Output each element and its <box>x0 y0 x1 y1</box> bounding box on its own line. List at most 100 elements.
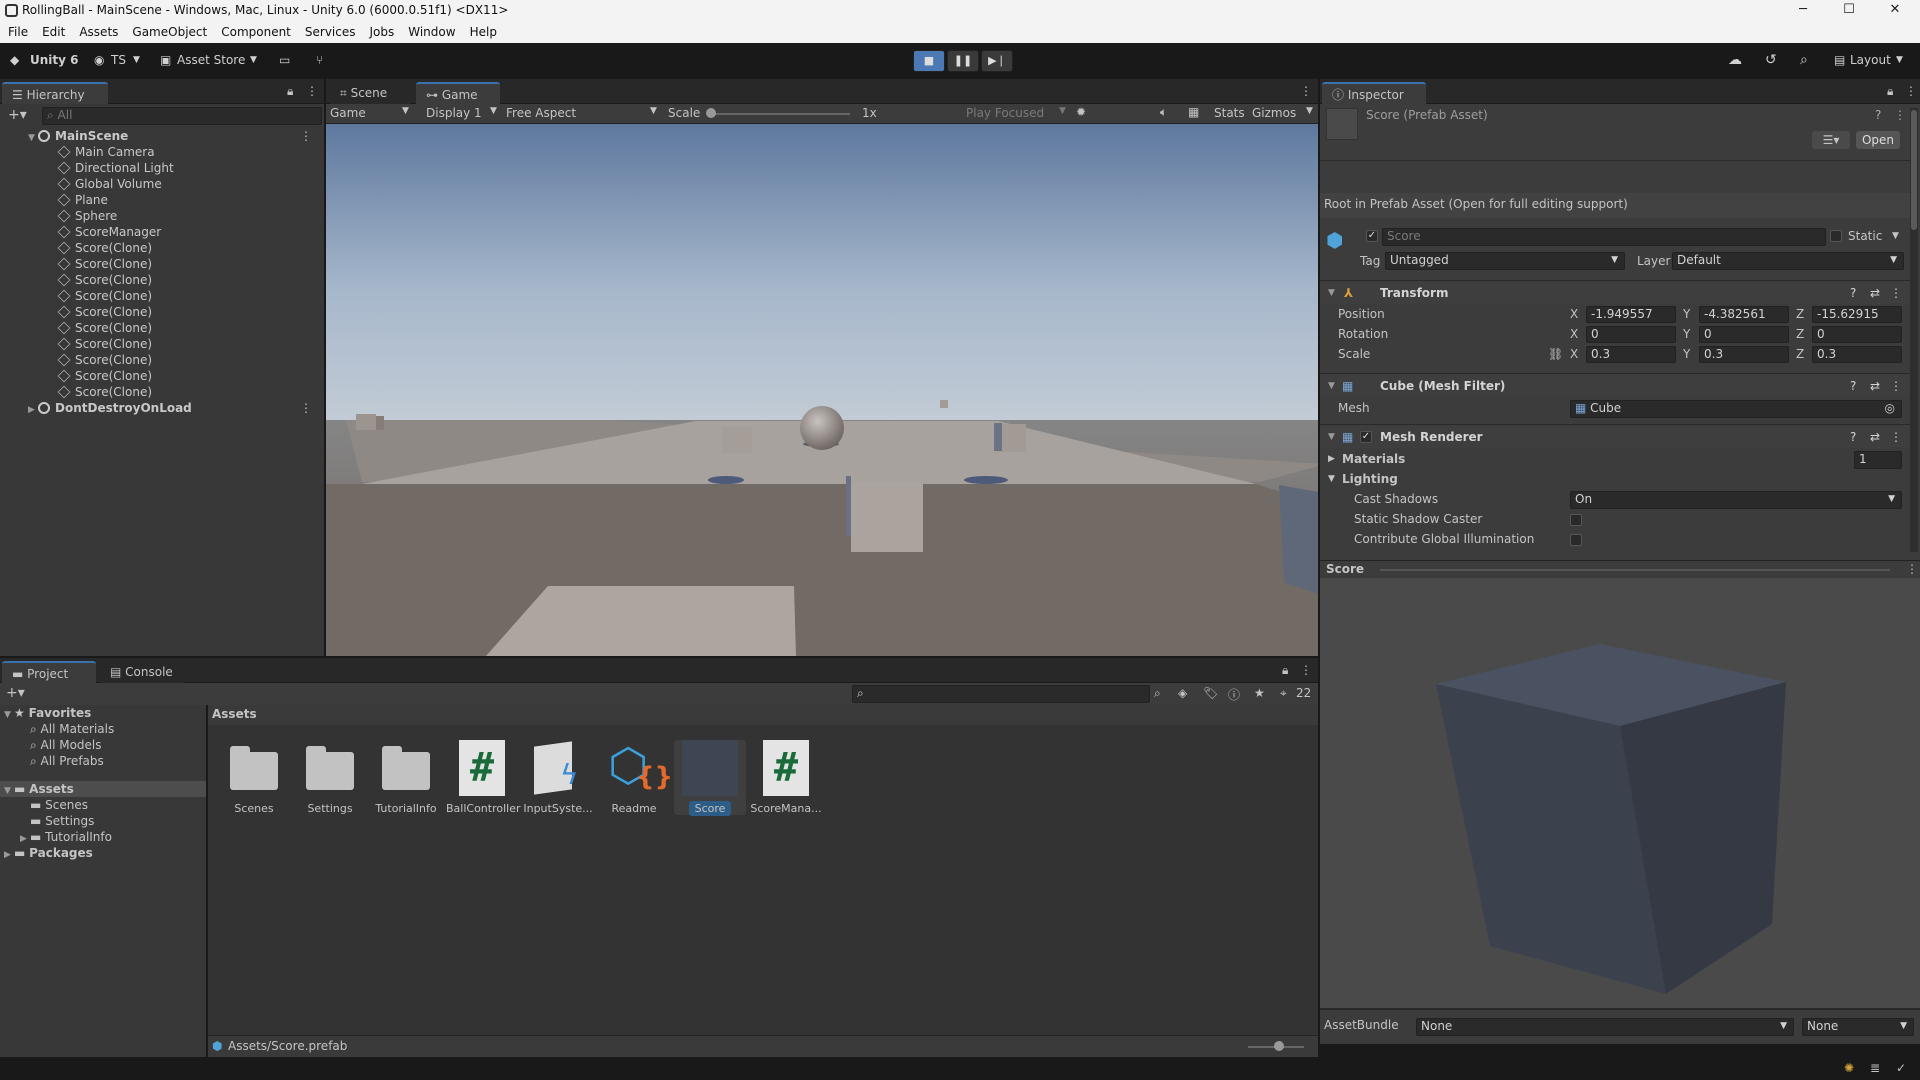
asset-input[interactable]: ϟ InputSyste... <box>522 740 594 815</box>
lighting-arrow-icon[interactable]: ▼ <box>1328 474 1335 484</box>
project-search-input[interactable]: ⌕ <box>852 685 1150 703</box>
transform-rotation-x-field[interactable]: 0 <box>1586 326 1676 343</box>
tab-inspector[interactable]: ⓘ Inspector <box>1322 82 1426 104</box>
aspect-dropdown[interactable]: Free Aspect <box>506 106 576 120</box>
collapse-arrow-icon[interactable]: ▼ <box>1328 281 1335 305</box>
zoom-slider-thumb[interactable] <box>1274 1041 1284 1051</box>
active-checkbox[interactable]: ✓ <box>1366 230 1378 242</box>
layout-dropdown[interactable]: Layout <box>1850 50 1891 70</box>
transform-position-y-field[interactable]: -4.382561 <box>1699 306 1789 323</box>
hierarchy-item[interactable]: Score(Clone) <box>57 304 318 320</box>
cloud-icon[interactable]: ☁ <box>1728 50 1742 70</box>
favorites-node[interactable]: ▼ ★ Favorites <box>4 705 91 721</box>
mesh-renderer-header[interactable]: ▼ ▦ ✓ Mesh Renderer ? ⇄ ⋮ <box>1320 424 1910 448</box>
search-icon[interactable]: ⌕ <box>1800 50 1808 70</box>
constrain-proportions-icon[interactable]: ⛓ <box>1548 347 1563 361</box>
cast-shadows-dropdown[interactable]: On ▼ <box>1570 491 1902 509</box>
grid-icon[interactable]: ▦ <box>1188 105 1199 119</box>
scale-slider-track[interactable] <box>710 113 850 115</box>
tab-scene[interactable]: ⌗ Scene <box>330 82 410 104</box>
hierarchy-item[interactable]: Plane <box>57 192 318 208</box>
inspector-scrollbar[interactable] <box>1910 108 1918 552</box>
hierarchy-item[interactable]: Score(Clone) <box>57 384 318 400</box>
transform-position-z-field[interactable]: -15.62915 <box>1812 306 1902 323</box>
breadcrumb-assets[interactable]: Assets <box>212 707 257 721</box>
scene-menu-icon[interactable]: ⋮ <box>300 400 312 416</box>
hierarchy-item[interactable]: Score(Clone) <box>57 256 318 272</box>
asset-readme[interactable]: ⬡{} Readme <box>598 740 673 815</box>
create-plus-icon[interactable]: +▾ <box>8 107 27 123</box>
scene-menu-icon[interactable]: ⋮ <box>300 128 312 144</box>
inspector-menu-icon[interactable]: ⋮ <box>1905 84 1917 98</box>
help-icon[interactable]: ? <box>1875 108 1881 122</box>
hierarchy-search-input[interactable]: ⌕ All <box>42 107 322 125</box>
activity-icon[interactable]: ✺ <box>1844 1061 1854 1075</box>
tree-folder-scenes[interactable]: ▬ Scenes <box>30 797 88 813</box>
materials-count-field[interactable]: 1 <box>1854 451 1902 469</box>
package-icon[interactable]: ▭ <box>279 50 290 70</box>
preview-header[interactable]: Score ⋮ <box>1320 560 1920 578</box>
menu-help[interactable]: Help <box>470 22 497 43</box>
menu-file[interactable]: File <box>8 22 28 43</box>
close-button[interactable]: ✕ <box>1872 0 1918 22</box>
preview-drag-handle[interactable] <box>1380 569 1890 571</box>
stack-icon[interactable]: ≣ <box>1870 1061 1880 1075</box>
collapse-arrow-icon[interactable]: ▼ <box>28 130 38 146</box>
transform-header[interactable]: ▼ ⅄ Transform ? ⇄ ⋮ <box>1320 280 1910 304</box>
lighting-foldout[interactable]: Lighting <box>1342 472 1398 486</box>
transform-rotation-z-field[interactable]: 0 <box>1812 326 1902 343</box>
title-menu-icon[interactable]: ⋮ <box>1894 108 1906 122</box>
warning-icon[interactable]: ⓘ <box>1228 686 1240 703</box>
asset-folder[interactable]: Settings <box>294 740 366 815</box>
menu-edit[interactable]: Edit <box>42 22 65 43</box>
filter-type-icon[interactable]: ◈ <box>1178 686 1187 700</box>
hierarchy-item[interactable]: Score(Clone) <box>57 336 318 352</box>
hierarchy-item[interactable]: Score(Clone) <box>57 352 318 368</box>
tab-console[interactable]: ▤ Console <box>100 661 184 683</box>
step-button[interactable]: ▶❘ <box>981 50 1013 72</box>
assetbundle-variant-dropdown[interactable]: None ▼ <box>1802 1018 1914 1036</box>
pause-button[interactable]: ❚❚ <box>947 50 979 72</box>
expand-arrow-icon[interactable]: ▶ <box>28 402 38 418</box>
asset-folder[interactable]: TutorialInfo <box>370 740 442 815</box>
component-menu-icon[interactable]: ⋮ <box>1890 374 1902 398</box>
renderer-enabled-checkbox[interactable]: ✓ <box>1360 431 1372 443</box>
transform-scale-y-field[interactable]: 0.3 <box>1699 346 1789 363</box>
lock-icon[interactable]: 🔒︎ <box>287 84 293 99</box>
game-menu-icon[interactable]: ⋮ <box>1300 84 1312 98</box>
component-menu-icon[interactable]: ⋮ <box>1890 281 1902 305</box>
mesh-filter-header[interactable]: ▼ ▦ Cube (Mesh Filter) ? ⇄ ⋮ <box>1320 373 1910 397</box>
materials-foldout[interactable]: Materials <box>1342 452 1405 466</box>
component-menu-icon[interactable]: ⋮ <box>1890 425 1902 449</box>
menu-jobs[interactable]: Jobs <box>370 22 395 43</box>
version-control-icon[interactable]: ⑂ <box>316 50 323 70</box>
inspector-lock-icon[interactable]: 🔒︎ <box>1887 84 1893 99</box>
tab-game[interactable]: ⊶ Game <box>416 82 500 104</box>
asset-script[interactable]: # ScoreMana... <box>750 740 822 815</box>
minimize-button[interactable]: ─ <box>1780 0 1826 22</box>
hierarchy-item[interactable]: Global Volume <box>57 176 318 192</box>
presets-icon[interactable]: ⇄ <box>1870 374 1880 398</box>
hierarchy-item[interactable]: Directional Light <box>57 160 318 176</box>
packages-node[interactable]: ▶ ▬ Packages <box>4 845 93 861</box>
menu-gameobject[interactable]: GameObject <box>132 22 207 43</box>
project-menu-icon[interactable]: ⋮ <box>1300 663 1312 677</box>
unity-version-button[interactable]: Unity 6 <box>30 50 79 70</box>
panel-menu-icon[interactable]: ⋮ <box>306 84 318 98</box>
project-lock-icon[interactable]: 🔒︎ <box>1282 663 1288 678</box>
audio-icon[interactable]: 🔈︎ <box>1160 105 1167 120</box>
menu-assets[interactable]: Assets <box>79 22 118 43</box>
fav-all-models[interactable]: ⌕ All Models <box>30 737 102 753</box>
open-button[interactable]: Open <box>1856 131 1900 149</box>
help-icon[interactable]: ? <box>1850 374 1856 398</box>
maximize-button[interactable]: ☐ <box>1826 0 1872 22</box>
menu-component[interactable]: Component <box>221 22 291 43</box>
materials-arrow-icon[interactable]: ▶ <box>1328 454 1335 464</box>
hierarchy-item[interactable]: Score(Clone) <box>57 368 318 384</box>
mesh-field[interactable]: ▦ Cube ◎ <box>1570 400 1902 418</box>
static-shadow-checkbox[interactable] <box>1570 514 1582 526</box>
hierarchy-item[interactable]: Main Camera <box>57 144 318 160</box>
display-dropdown[interactable]: Display 1 <box>426 106 482 120</box>
play-button[interactable]: ■ <box>913 50 945 72</box>
fav-all-prefabs[interactable]: ⌕ All Prefabs <box>30 753 104 769</box>
